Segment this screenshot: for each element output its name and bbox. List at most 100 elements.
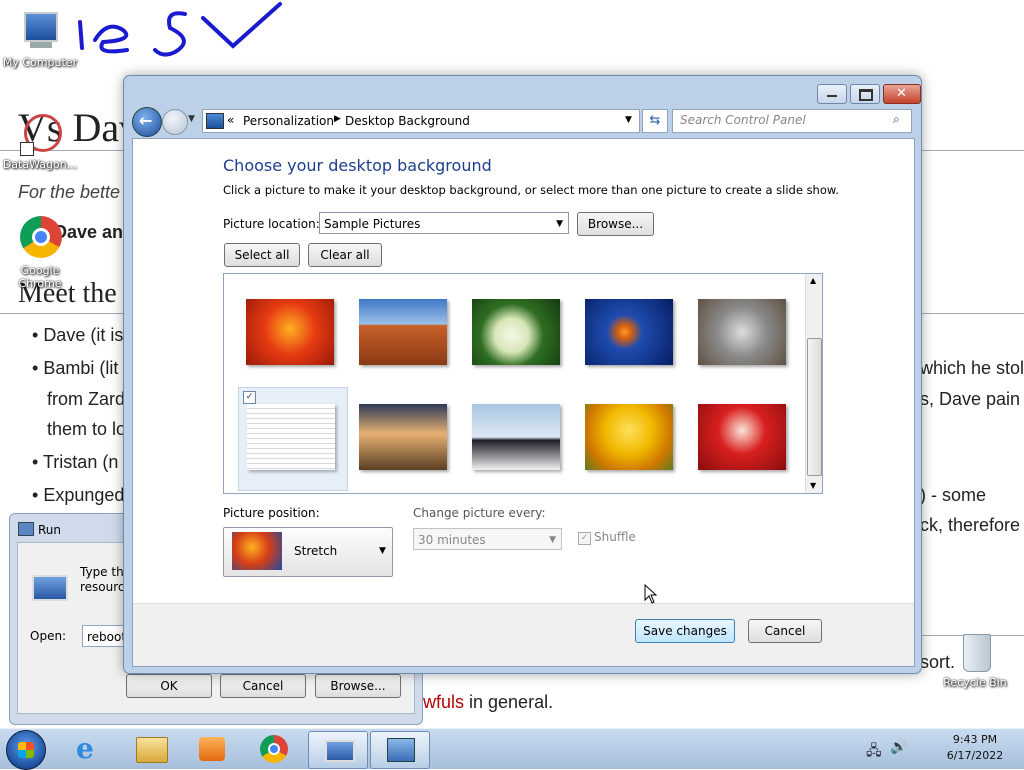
run-cancel-button[interactable]: Cancel <box>220 674 306 698</box>
picture-thumbnail[interactable] <box>246 299 334 365</box>
bullet-text-right: s, Dave pain <box>920 389 1021 409</box>
change-picture-label: Change picture every: <box>413 506 546 520</box>
picture-thumbnail[interactable] <box>359 404 447 470</box>
search-box[interactable]: Search Control Panel ⌕ <box>672 109 912 133</box>
mouse-cursor-icon <box>644 584 658 604</box>
maximize-button[interactable] <box>850 84 880 104</box>
save-changes-button[interactable]: Save changes <box>635 619 735 643</box>
bullet-text-right: which he stol <box>920 358 1024 378</box>
page-subtitle: For the bette <box>18 182 121 202</box>
network-icon[interactable]: 🖧 <box>866 740 882 764</box>
volume-icon[interactable]: 🔊 <box>890 739 907 755</box>
page-link[interactable]: wfuls <box>423 692 464 712</box>
taskbar-control-panel[interactable] <box>370 731 430 769</box>
refresh-icon: ⇆ <box>649 113 661 128</box>
refresh-button[interactable]: ⇆ <box>642 109 668 133</box>
open-label: Open: <box>30 629 67 643</box>
chevron-down-icon: ▼ <box>379 546 386 556</box>
minimize-button[interactable] <box>817 84 847 104</box>
picture-thumbnail <box>247 404 335 470</box>
position-preview-thumbnail <box>232 532 282 570</box>
select-all-button[interactable]: Select all <box>224 243 300 267</box>
bullet-item: • Bambi (lit <box>32 358 119 378</box>
bullet-item: • Expunged <box>32 485 125 505</box>
picture-thumbnail[interactable] <box>698 299 786 365</box>
datawagon-desktop-icon[interactable]: DataWagon... <box>0 110 80 171</box>
chrome-icon <box>18 216 62 262</box>
recent-pages-dropdown[interactable]: ▼ <box>188 114 195 124</box>
breadcrumb-prefix[interactable]: « <box>227 113 234 127</box>
bottom-line: wfuls in general. <box>423 692 554 712</box>
minimize-icon <box>827 95 837 97</box>
picture-location-select[interactable]: Sample Pictures ▼ <box>319 212 569 234</box>
media-player-icon <box>199 737 225 761</box>
bullet-text-right: ) - some <box>920 485 987 505</box>
shuffle-checkbox[interactable]: ✓ <box>578 532 591 545</box>
scroll-down-icon[interactable]: ▼ <box>810 481 816 490</box>
search-icon[interactable]: ⌕ <box>893 112 900 127</box>
recycle-bin-icon <box>955 630 995 674</box>
picture-position-label: Picture position: <box>223 506 320 520</box>
forward-button[interactable] <box>162 109 188 135</box>
bullet-item: • Dave (it is <box>32 325 124 345</box>
picture-thumbnail[interactable] <box>585 404 673 470</box>
bullet-continuation: them to lo <box>47 419 127 439</box>
taskbar-chrome[interactable] <box>246 731 304 767</box>
start-button[interactable] <box>6 730 46 770</box>
picture-thumbnail[interactable] <box>698 404 786 470</box>
breadcrumb-desktop-background[interactable]: Desktop Background <box>345 114 470 128</box>
instruction-text: Click a picture to make it your desktop … <box>223 183 839 197</box>
taskbar: e 🖧 🔊 9:43 PM 6/17/2022 <box>0 728 1024 770</box>
scrollbar-thumb[interactable] <box>807 338 822 476</box>
computer-icon <box>18 8 62 54</box>
shuffle-label: Shuffle <box>594 530 636 544</box>
picture-thumbnail[interactable] <box>585 299 673 365</box>
taskbar-media-player[interactable] <box>184 731 242 767</box>
taskbar-run-dialog[interactable] <box>308 731 368 769</box>
taskbar-file-explorer[interactable] <box>122 731 180 767</box>
page-heading: Choose your desktop background <box>223 156 492 175</box>
picture-checkbox[interactable]: ✓ <box>243 391 256 404</box>
close-button[interactable]: ✕ <box>883 84 921 104</box>
run-ok-button[interactable]: OK <box>126 674 212 698</box>
picture-location-label: Picture location: <box>223 217 320 231</box>
folder-icon <box>136 737 168 763</box>
cancel-button[interactable]: Cancel <box>748 619 822 643</box>
chrome-desktop-icon[interactable]: Google Chrome <box>0 216 80 290</box>
recycle-bin-desktop-icon[interactable]: Recycle Bin <box>935 630 1015 689</box>
control-panel-icon <box>387 738 415 762</box>
grid-scrollbar[interactable]: ▲ ▼ <box>805 274 822 493</box>
picture-thumbnail[interactable] <box>472 299 560 365</box>
clock-date[interactable]: 6/17/2022 <box>935 749 1015 762</box>
change-interval-select[interactable]: 30 minutes ▼ <box>413 528 562 550</box>
scroll-up-icon[interactable]: ▲ <box>810 276 816 285</box>
browse-button[interactable]: Browse... <box>577 212 654 236</box>
back-button[interactable]: ← <box>132 107 162 137</box>
clock-time[interactable]: 9:43 PM <box>935 733 1015 746</box>
datawagon-icon <box>18 110 62 156</box>
picture-thumbnail[interactable] <box>472 404 560 470</box>
breadcrumb-separator-icon: ▶ <box>334 114 341 124</box>
bullet-continuation: from Zard <box>47 389 126 409</box>
address-dropdown-icon[interactable]: ▼ <box>625 115 632 125</box>
run-browse-button[interactable]: Browse... <box>315 674 401 698</box>
chrome-icon <box>260 735 288 763</box>
breadcrumb-personalization[interactable]: Personalization <box>243 114 334 128</box>
picture-grid: ✓ ▲ ▼ <box>223 273 823 494</box>
clear-all-button[interactable]: Clear all <box>308 243 382 267</box>
text-right: ck, therefore <box>920 515 1021 535</box>
picture-position-select[interactable]: Stretch ▼ <box>223 527 393 577</box>
taskbar-internet-explorer[interactable]: e <box>60 731 118 767</box>
search-input[interactable]: Search Control Panel <box>680 113 806 127</box>
my-computer-desktop-icon[interactable]: My Computer <box>0 8 80 69</box>
selected-picture-tile[interactable]: ✓ <box>238 387 348 491</box>
chevron-down-icon: ▼ <box>549 535 556 545</box>
close-icon: ✕ <box>896 86 907 101</box>
run-program-icon <box>32 575 68 601</box>
content-area: Choose your desktop background Click a p… <box>132 138 915 667</box>
back-arrow-icon: ← <box>139 111 153 130</box>
maximize-icon <box>859 89 873 101</box>
address-bar[interactable]: « Personalization ▶ Desktop Background ▼ <box>202 109 640 133</box>
windows-logo-icon <box>18 742 34 758</box>
picture-thumbnail[interactable] <box>359 299 447 365</box>
